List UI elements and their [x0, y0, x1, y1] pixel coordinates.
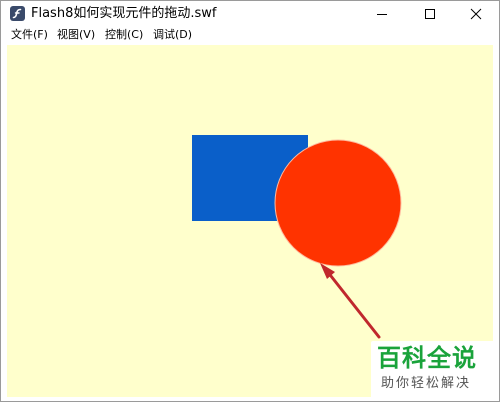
pointer-arrow: [320, 263, 381, 339]
watermark-badge: 百科全说 助你轻松解决: [371, 341, 497, 399]
watermark-subtitle: 助你轻松解决: [381, 376, 472, 391]
maximize-button[interactable]: [407, 1, 453, 27]
red-circle-symbol[interactable]: [274, 139, 402, 267]
flash-player-icon: [10, 6, 25, 21]
menu-view[interactable]: 视图(V): [57, 27, 95, 43]
maximize-icon: [425, 9, 435, 19]
menu-file[interactable]: 文件(F): [11, 27, 48, 43]
minimize-icon: [377, 14, 387, 15]
watermark-title: 百科全说: [377, 344, 477, 372]
menu-bar: 文件(F) 视图(V) 控制(C) 调试(D): [1, 27, 499, 43]
minimize-button[interactable]: [359, 1, 405, 27]
window-title: Flash8如何实现元件的拖动.swf: [31, 6, 217, 21]
close-icon: [470, 8, 482, 20]
menu-debug[interactable]: 调试(D): [153, 27, 192, 43]
title-bar[interactable]: Flash8如何实现元件的拖动.swf: [1, 1, 499, 27]
close-button[interactable]: [453, 1, 499, 27]
flash-player-window: Flash8如何实现元件的拖动.swf 文件(F) 视图(V) 控制(C) 调试…: [0, 0, 500, 402]
menu-control[interactable]: 控制(C): [105, 27, 143, 43]
